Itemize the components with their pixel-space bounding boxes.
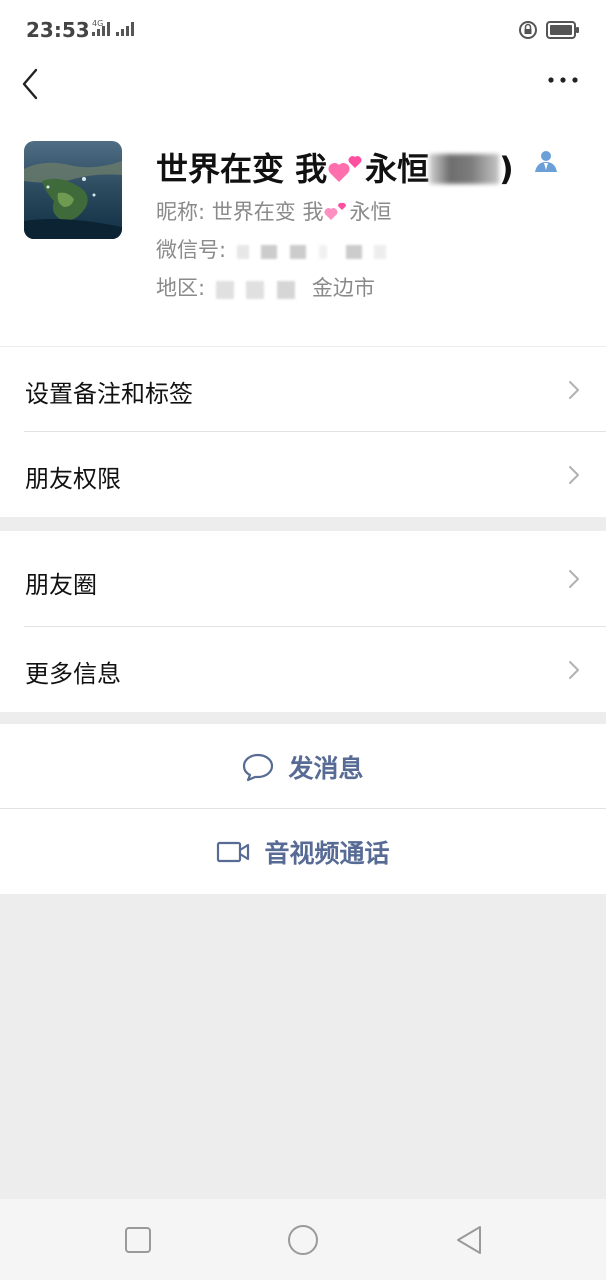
nickname-line: 昵称: 世界在变 我 永恒 xyxy=(156,196,391,226)
network-type-label: 4G xyxy=(92,19,103,28)
wechat-id-line: 微信号: xyxy=(156,234,392,264)
friend-permissions-label: 朋友权限 xyxy=(25,465,121,493)
region-city: 金边市 xyxy=(311,276,375,300)
more-info-label: 更多信息 xyxy=(25,660,121,688)
status-bar: 23:53 4G xyxy=(0,0,606,62)
chevron-right-icon xyxy=(569,570,579,588)
more-dots-icon xyxy=(548,77,578,83)
chevron-right-icon xyxy=(569,661,579,679)
more-button[interactable] xyxy=(546,68,580,92)
nickname-label: 昵称: xyxy=(156,200,206,224)
set-remark-tags-label: 设置备注和标签 xyxy=(25,380,193,408)
avatar[interactable] xyxy=(24,141,122,239)
display-name-mid: 永恒 xyxy=(365,150,430,188)
status-time: 23:53 xyxy=(26,18,90,42)
more-info-row[interactable]: 更多信息 xyxy=(0,627,606,712)
battery-icon xyxy=(546,21,579,39)
display-name: 世界在变 我 永恒) xyxy=(156,144,514,190)
video-call-label: 音视频通话 xyxy=(264,838,390,868)
region-country-redacted xyxy=(215,277,305,301)
profile-header: 世界在变 我 永恒) 昵称: 世界在变 我 永恒 微信号: 地区: 金边市 xyxy=(0,122,606,346)
wechat-id-label: 微信号: xyxy=(156,238,227,262)
contact-person-icon xyxy=(533,148,559,174)
avatar-island-image xyxy=(24,141,122,239)
actions-group: 发消息 音视频通话 xyxy=(0,724,606,894)
triangle-back-icon xyxy=(457,1226,481,1254)
pink-hearts-emoji xyxy=(328,156,362,182)
video-camera-icon xyxy=(217,841,250,862)
friend-permissions-row[interactable]: 朋友权限 xyxy=(0,432,606,517)
region-label: 地区: xyxy=(156,276,206,300)
nickname-value-suffix: 永恒 xyxy=(349,200,392,224)
system-nav-bar xyxy=(0,1199,606,1280)
display-name-redacted xyxy=(429,154,500,184)
pink-hearts-emoji-small xyxy=(325,202,347,220)
nickname-value-prefix: 世界在变 我 xyxy=(211,200,324,224)
nav-bar xyxy=(0,62,606,122)
display-name-prefix: 世界在变 我 xyxy=(156,150,328,188)
settings-group: 设置备注和标签 朋友权限 xyxy=(0,347,606,517)
recent-apps-button[interactable] xyxy=(121,1223,155,1257)
wechat-id-redacted xyxy=(236,239,392,263)
chat-bubble-icon xyxy=(243,753,274,781)
back-nav-button[interactable] xyxy=(452,1223,486,1257)
chevron-left-icon xyxy=(22,68,38,100)
square-icon xyxy=(125,1227,151,1253)
info-group: 朋友圈 更多信息 xyxy=(0,531,606,712)
status-right xyxy=(518,20,580,40)
chevron-right-icon xyxy=(569,466,579,484)
back-button[interactable] xyxy=(16,66,46,100)
video-call-button[interactable]: 音视频通话 xyxy=(0,809,606,894)
moments-row[interactable]: 朋友圈 xyxy=(0,531,606,627)
display-name-suffix: ) xyxy=(499,150,514,188)
send-message-label: 发消息 xyxy=(288,753,364,783)
signal-icon: 4G xyxy=(92,18,138,44)
moments-label: 朋友圈 xyxy=(25,571,97,599)
set-remark-tags-row[interactable]: 设置备注和标签 xyxy=(0,347,606,432)
region-line: 地区: 金边市 xyxy=(156,272,375,302)
home-button[interactable] xyxy=(286,1223,320,1257)
circle-icon xyxy=(288,1225,318,1255)
chevron-right-icon xyxy=(569,381,579,399)
send-message-button[interactable]: 发消息 xyxy=(0,724,606,809)
rotation-lock-icon xyxy=(519,21,537,39)
